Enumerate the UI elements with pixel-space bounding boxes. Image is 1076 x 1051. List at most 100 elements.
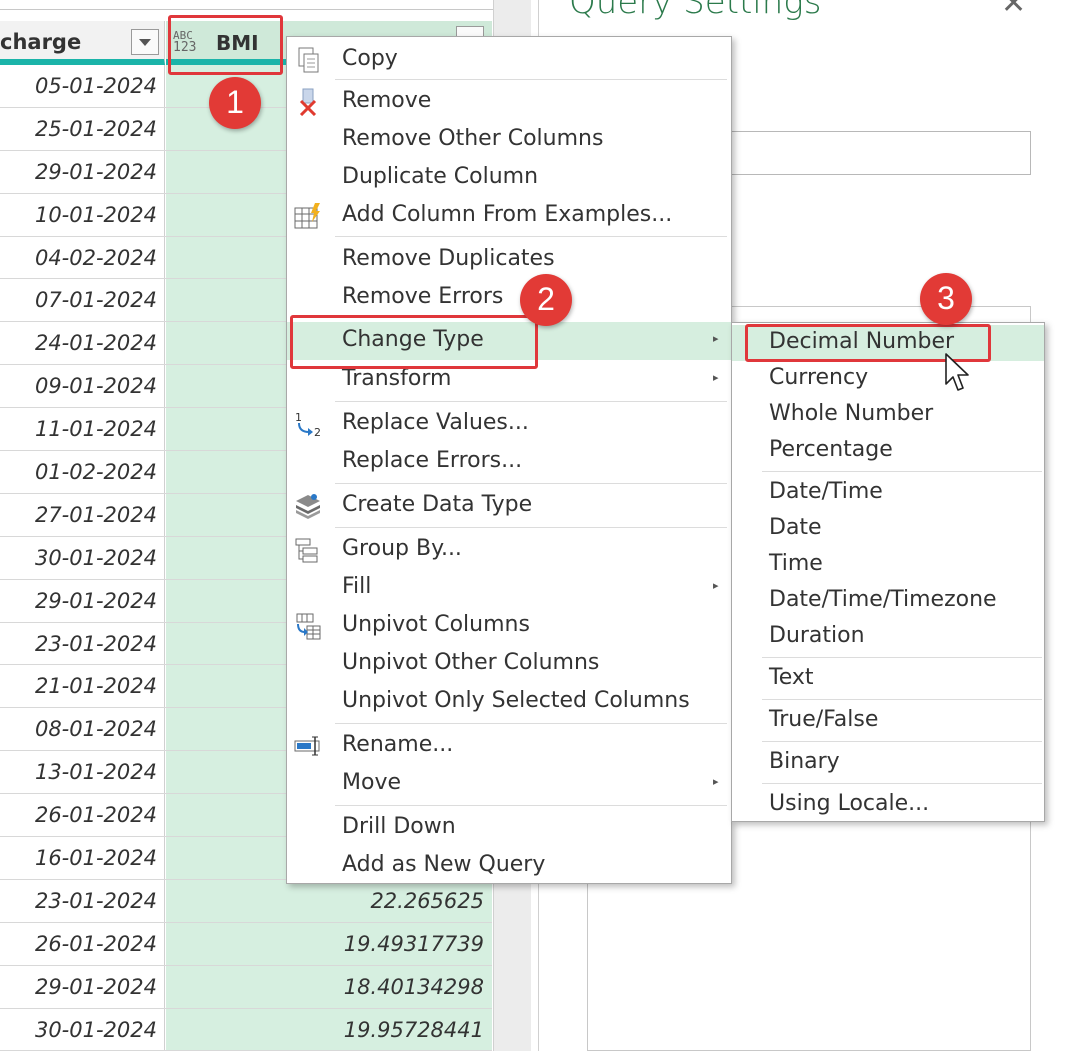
menu-item-label: Drill Down bbox=[342, 814, 456, 839]
rename-icon bbox=[294, 736, 320, 756]
menu-item-add-column-from-examples[interactable]: Add Column From Examples... bbox=[287, 197, 731, 235]
cell-date[interactable]: 23-01-2024 bbox=[0, 622, 165, 665]
type-option-label: True/False bbox=[769, 707, 879, 732]
menu-item-label: Transform bbox=[342, 366, 452, 391]
cell-date[interactable]: 04-02-2024 bbox=[0, 236, 165, 279]
type-option-label: Date bbox=[769, 515, 822, 540]
column-filter-button[interactable] bbox=[131, 29, 159, 55]
menu-item-fill[interactable]: Fill ▸ bbox=[287, 569, 731, 607]
type-option-binary[interactable]: Binary bbox=[732, 745, 1044, 781]
column-header-discharge[interactable]: charge bbox=[0, 21, 165, 65]
table-row: 30-01-2024 19.95728441 bbox=[0, 1008, 492, 1051]
cell-bmi[interactable]: 22.265625 bbox=[166, 879, 492, 922]
menu-item-label: Create Data Type bbox=[342, 492, 533, 517]
menu-item-label: Replace Errors... bbox=[342, 448, 523, 473]
type-option-label: Text bbox=[769, 665, 814, 690]
column-context-menu: Copy Remove Remove Other Columns Duplica… bbox=[286, 36, 732, 884]
menu-item-label: Add Column From Examples... bbox=[342, 202, 673, 227]
menu-item-unpivot-columns[interactable]: Unpivot Columns bbox=[287, 607, 731, 645]
remove-column-icon bbox=[299, 88, 317, 116]
menu-item-unpivot-other-columns[interactable]: Unpivot Other Columns bbox=[287, 645, 731, 683]
cell-date[interactable]: 29-01-2024 bbox=[0, 579, 165, 622]
cell-date[interactable]: 09-01-2024 bbox=[0, 365, 165, 408]
cell-bmi[interactable]: 19.95728441 bbox=[166, 1008, 492, 1051]
type-option-duration[interactable]: Duration bbox=[732, 619, 1044, 655]
cell-date[interactable]: 26-01-2024 bbox=[0, 794, 165, 837]
menu-item-remove-other-columns[interactable]: Remove Other Columns bbox=[287, 121, 731, 159]
cell-date[interactable]: 29-01-2024 bbox=[0, 965, 165, 1008]
cell-date[interactable]: 13-01-2024 bbox=[0, 751, 165, 794]
type-option-time[interactable]: Time bbox=[732, 547, 1044, 583]
menu-item-remove-duplicates[interactable]: Remove Duplicates bbox=[287, 241, 731, 279]
menu-item-replace-errors[interactable]: Replace Errors... bbox=[287, 443, 731, 481]
cell-date[interactable]: 21-01-2024 bbox=[0, 665, 165, 708]
type-option-date-time[interactable]: Date/Time bbox=[732, 475, 1044, 511]
menu-item-label: Unpivot Columns bbox=[342, 612, 530, 637]
pane-title: Query Settings bbox=[569, 0, 822, 22]
cell-bmi[interactable]: 19.49317739 bbox=[166, 922, 492, 965]
menu-item-copy[interactable]: Copy bbox=[287, 41, 731, 79]
menu-item-drill-down[interactable]: Drill Down bbox=[287, 809, 731, 847]
table-row: 29-01-2024 18.40134298 bbox=[0, 965, 492, 1009]
cell-date[interactable]: 08-01-2024 bbox=[0, 708, 165, 751]
menu-item-label: Remove bbox=[342, 88, 432, 113]
cell-date[interactable]: 30-01-2024 bbox=[0, 536, 165, 579]
cell-date[interactable]: 16-01-2024 bbox=[0, 837, 165, 879]
menu-item-create-data-type[interactable]: Create Data Type bbox=[287, 487, 731, 525]
cell-date[interactable]: 07-01-2024 bbox=[0, 279, 165, 322]
type-option-whole-number[interactable]: Whole Number bbox=[732, 397, 1044, 433]
cell-date[interactable]: 10-01-2024 bbox=[0, 193, 165, 236]
cell-date[interactable]: 24-01-2024 bbox=[0, 322, 165, 365]
cell-date[interactable]: 01-02-2024 bbox=[0, 451, 165, 493]
cell-date[interactable]: 26-01-2024 bbox=[0, 922, 165, 965]
chevron-right-icon: ▸ bbox=[713, 332, 719, 345]
close-icon[interactable]: ✕ bbox=[1001, 0, 1026, 21]
menu-item-label: Duplicate Column bbox=[342, 164, 539, 189]
menu-item-duplicate-column[interactable]: Duplicate Column bbox=[287, 159, 731, 197]
cell-date[interactable]: 25-01-2024 bbox=[0, 107, 165, 150]
menu-item-group-by[interactable]: Group By... bbox=[287, 531, 731, 569]
menu-item-add-as-new-query[interactable]: Add as New Query bbox=[287, 847, 731, 885]
type-option-text[interactable]: Text bbox=[732, 661, 1044, 697]
type-option-currency[interactable]: Currency bbox=[732, 361, 1044, 397]
cell-date[interactable]: 23-01-2024 bbox=[0, 879, 165, 922]
step-badge-1: 1 bbox=[209, 77, 261, 129]
type-option-percentage[interactable]: Percentage bbox=[732, 433, 1044, 469]
menu-item-rename[interactable]: Rename... bbox=[287, 727, 731, 765]
menu-divider bbox=[335, 401, 727, 402]
menu-item-remove-errors[interactable]: Remove Errors bbox=[287, 279, 731, 317]
menu-item-label: Remove Other Columns bbox=[342, 126, 604, 151]
menu-item-unpivot-only-selected[interactable]: Unpivot Only Selected Columns bbox=[287, 683, 731, 721]
type-option-date-time-timezone[interactable]: Date/Time/Timezone bbox=[732, 583, 1044, 619]
type-option-true-false[interactable]: True/False bbox=[732, 703, 1044, 739]
type-option-label: Using Locale... bbox=[769, 791, 930, 816]
menu-divider bbox=[762, 783, 1042, 784]
menu-divider bbox=[335, 805, 727, 806]
mouse-cursor-icon bbox=[945, 353, 969, 391]
menu-item-remove[interactable]: Remove bbox=[287, 83, 731, 121]
menu-item-label: Copy bbox=[342, 46, 398, 71]
menu-item-label: Unpivot Other Columns bbox=[342, 650, 600, 675]
menu-item-move[interactable]: Move ▸ bbox=[287, 765, 731, 803]
change-type-submenu: Decimal Number Currency Whole Number Per… bbox=[731, 322, 1045, 822]
type-option-date[interactable]: Date bbox=[732, 511, 1044, 547]
menu-divider bbox=[335, 483, 727, 484]
cell-bmi[interactable]: 18.40134298 bbox=[166, 965, 492, 1008]
type-option-using-locale[interactable]: Using Locale... bbox=[732, 787, 1044, 823]
cell-date[interactable]: 05-01-2024 bbox=[0, 65, 165, 107]
menu-item-label: Replace Values... bbox=[342, 410, 529, 435]
cell-date[interactable]: 11-01-2024 bbox=[0, 408, 165, 451]
menu-divider bbox=[335, 79, 727, 80]
menu-divider bbox=[762, 699, 1042, 700]
menu-item-label: Rename... bbox=[342, 732, 454, 757]
menu-divider bbox=[762, 741, 1042, 742]
menu-item-label: Group By... bbox=[342, 536, 462, 561]
table-row: 23-01-2024 22.265625 bbox=[0, 879, 492, 923]
step-badge-3: 3 bbox=[920, 273, 972, 325]
cell-date[interactable]: 27-01-2024 bbox=[0, 493, 165, 536]
menu-divider bbox=[335, 723, 727, 724]
formula-bar-edge bbox=[0, 0, 530, 10]
cell-date[interactable]: 29-01-2024 bbox=[0, 150, 165, 193]
menu-item-replace-values[interactable]: 1 2 Replace Values... bbox=[287, 405, 731, 443]
cell-date[interactable]: 30-01-2024 bbox=[0, 1008, 165, 1051]
